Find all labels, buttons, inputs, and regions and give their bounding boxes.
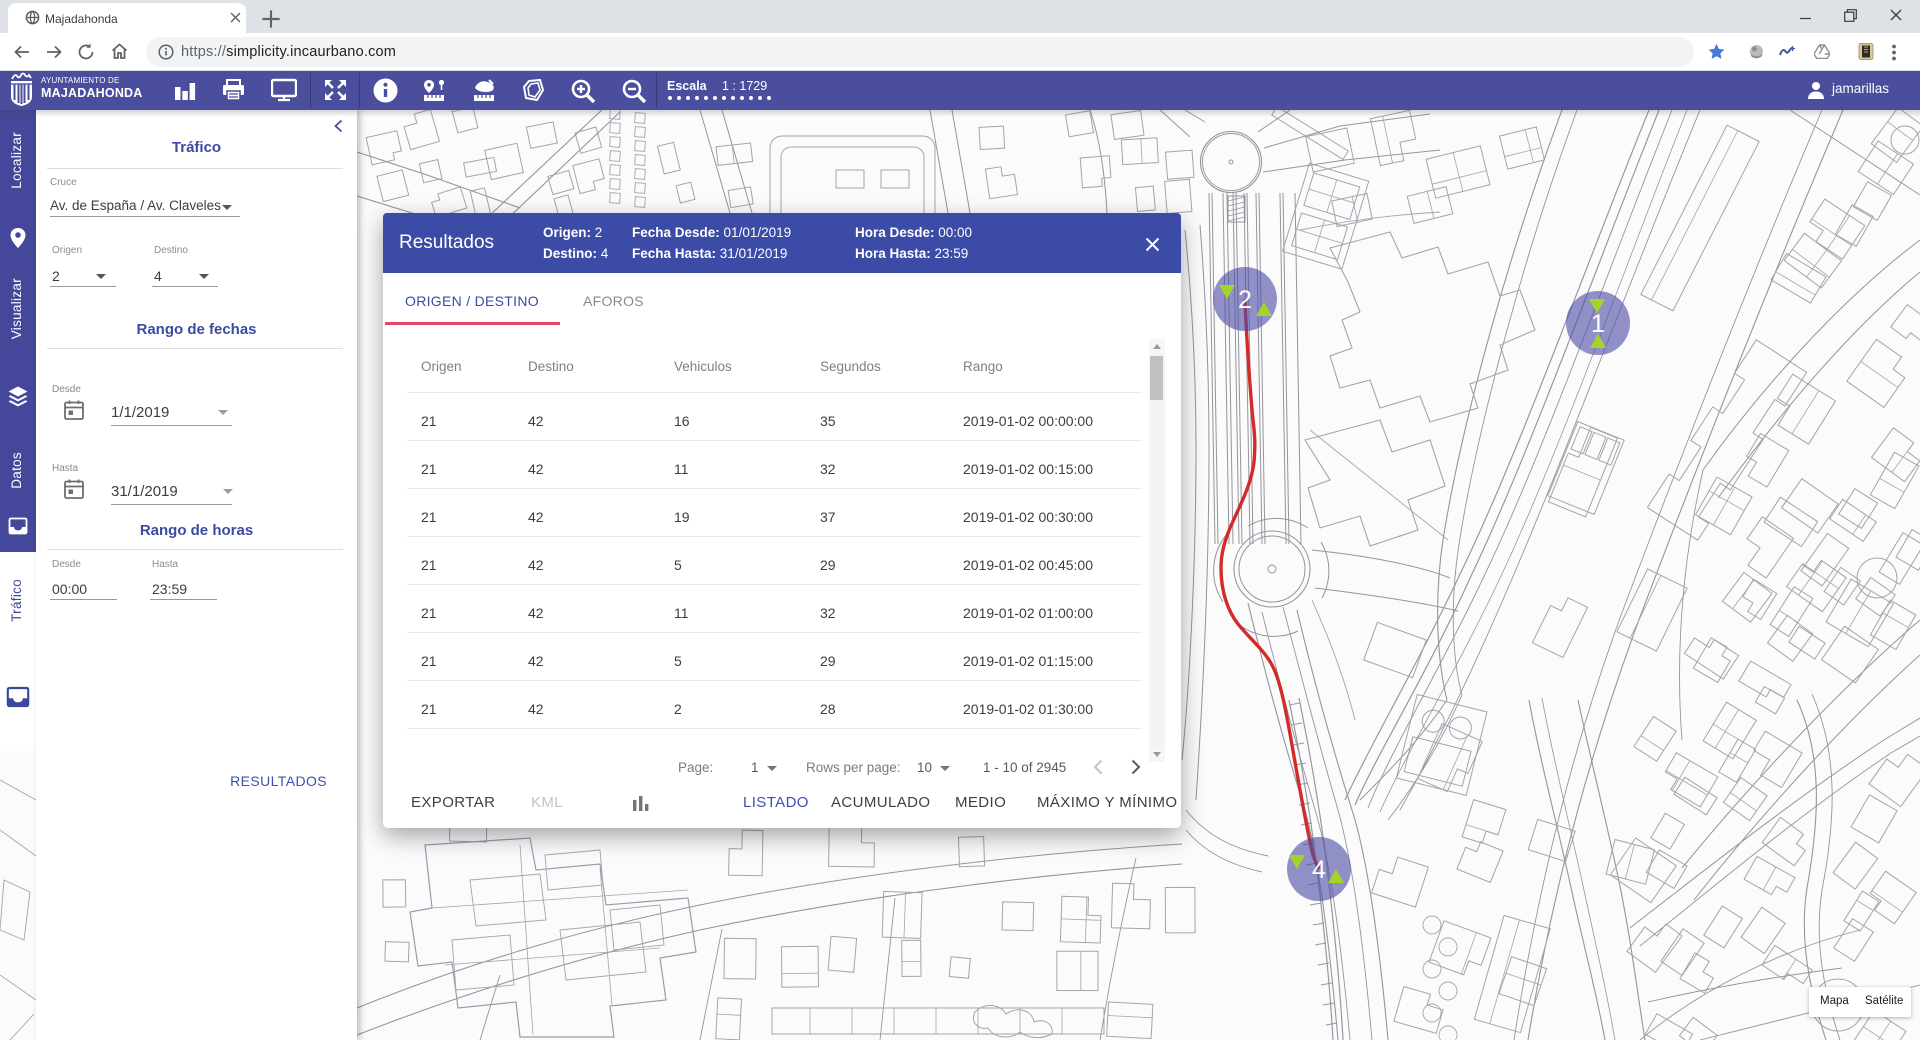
svg-text:2: 2 [1238,286,1252,314]
svg-text:4: 4 [1312,856,1326,884]
svg-text:1: 1 [1591,310,1605,338]
